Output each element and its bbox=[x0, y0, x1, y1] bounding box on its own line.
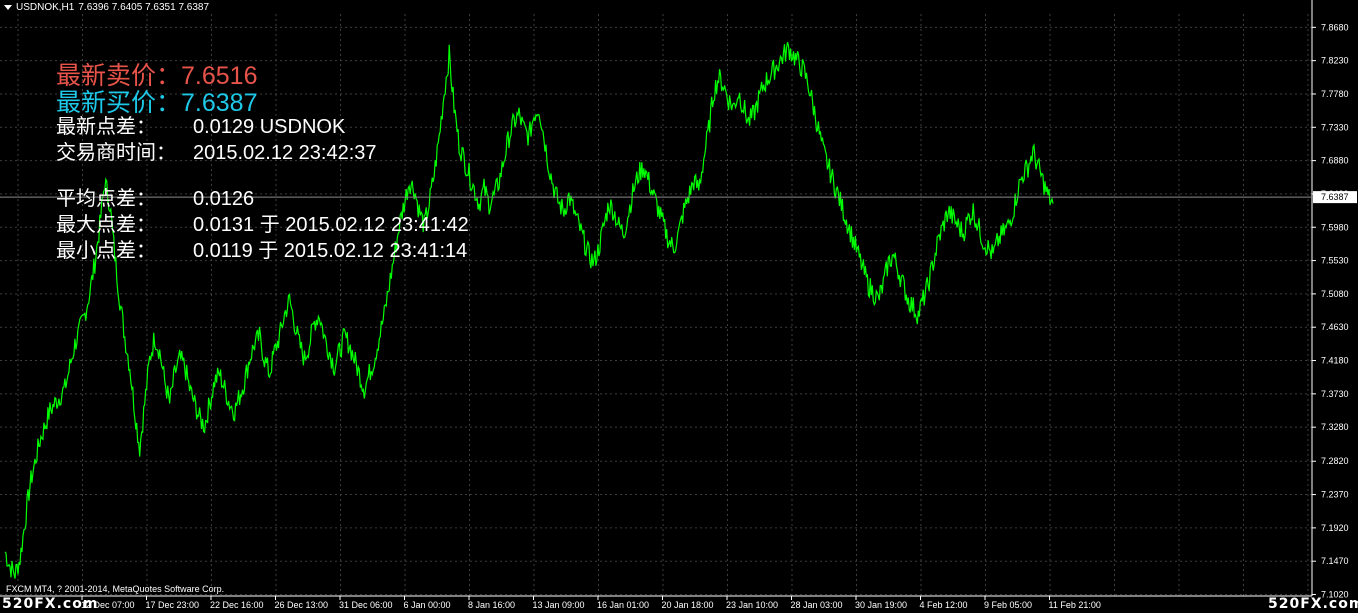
x-axis-ticks: 12 Dec 07:00 17 Dec 23:00 22 Dec 16:00 26 D… bbox=[81, 596, 1101, 610]
y-tick-label: 7.8230 bbox=[1321, 56, 1349, 66]
min-spread-value: 0.0119 于 2015.02.12 23:41:14 bbox=[193, 240, 468, 262]
y-tick-label: 7.2820 bbox=[1321, 456, 1349, 466]
x-tick-label: 30 Jan 19:00 bbox=[855, 600, 907, 610]
copyright-text: FXCM MT4, ? 2001-2014, MetaQuotes Softwa… bbox=[6, 584, 225, 594]
y-tick-label: 7.4180 bbox=[1321, 356, 1349, 366]
y-tick-label: 7.5980 bbox=[1321, 222, 1349, 232]
watermark-right: 520FX.com bbox=[1268, 596, 1358, 612]
broker-time-row: 交易商时间： 2015.02.12 23:42:37 bbox=[56, 136, 377, 165]
x-tick-label: 28 Jan 03:00 bbox=[791, 600, 843, 610]
x-tick-label: 13 Jan 09:00 bbox=[533, 600, 585, 610]
x-tick-label: 16 Jan 01:00 bbox=[597, 600, 649, 610]
chart-header: USDNOK,H1 7.6396 7.6405 7.6351 7.6387 bbox=[4, 2, 209, 13]
y-tick-label: 7.5530 bbox=[1321, 256, 1349, 266]
ohlc-label: 7.6396 7.6405 7.6351 7.6387 bbox=[78, 2, 210, 13]
x-tick-label: 11 Feb 21:00 bbox=[1049, 600, 1101, 610]
y-tick-label: 7.6880 bbox=[1321, 156, 1349, 166]
y-tick-label: 7.3730 bbox=[1321, 389, 1349, 399]
x-tick-label: 9 Feb 05:00 bbox=[984, 600, 1032, 610]
y-tick-label: 7.5080 bbox=[1321, 289, 1349, 299]
current-price-tag-label: 7.6387 bbox=[1321, 192, 1349, 202]
x-tick-label: 26 Dec 13:00 bbox=[275, 600, 329, 610]
mt4-chart-window[interactable]: 7.86807.82307.77807.73307.68807.64307.59… bbox=[0, 0, 1358, 613]
x-tick-label: 22 Dec 16:00 bbox=[210, 600, 264, 610]
symbol-label: USDNOK,H1 bbox=[16, 2, 75, 13]
max-spread-label: 最大点差： bbox=[56, 214, 156, 236]
current-price-tag: 7.6387 bbox=[1313, 191, 1357, 204]
x-tick-label: 4 Feb 12:00 bbox=[920, 600, 968, 610]
y-axis-ticks: 7.86807.82307.77807.73307.68807.64307.59… bbox=[1312, 22, 1349, 600]
avg-spread-row: 平均点差： 0.0126 bbox=[56, 182, 254, 211]
y-tick-label: 7.7780 bbox=[1321, 89, 1349, 99]
watermark-left: 520FX.com bbox=[2, 596, 99, 612]
x-tick-label: 17 Dec 23:00 bbox=[146, 600, 200, 610]
max-spread-row: 最大点差： 0.0131 于 2015.02.12 23:41:42 bbox=[56, 208, 469, 237]
spread-row: 最新点差： 0.0129 USDNOK bbox=[56, 110, 345, 139]
y-tick-label: 7.4630 bbox=[1321, 322, 1349, 332]
y-tick-label: 7.7330 bbox=[1321, 122, 1349, 132]
max-spread-value: 0.0131 于 2015.02.12 23:41:42 bbox=[193, 214, 469, 236]
x-tick-label: 23 Jan 10:00 bbox=[726, 600, 778, 610]
min-spread-label: 最小点差： bbox=[56, 240, 156, 262]
x-tick-label: 20 Jan 18:00 bbox=[662, 600, 714, 610]
y-tick-label: 7.1470 bbox=[1321, 556, 1349, 566]
x-tick-label: 8 Jan 16:00 bbox=[468, 600, 515, 610]
dropdown-triangle-icon[interactable] bbox=[4, 5, 12, 10]
broker-time-value: 2015.02.12 23:42:37 bbox=[193, 142, 377, 164]
broker-time-label: 交易商时间： bbox=[56, 142, 176, 164]
spread-label: 最新点差： bbox=[56, 116, 156, 138]
y-tick-label: 7.2370 bbox=[1321, 490, 1349, 500]
x-tick-label: 6 Jan 00:00 bbox=[404, 600, 451, 610]
avg-spread-label: 平均点差： bbox=[56, 188, 156, 210]
y-tick-label: 7.1920 bbox=[1321, 523, 1349, 533]
x-tick-label: 31 Dec 06:00 bbox=[339, 600, 393, 610]
min-spread-row: 最小点差： 0.0119 于 2015.02.12 23:41:14 bbox=[56, 234, 467, 263]
y-tick-label: 7.3280 bbox=[1321, 422, 1349, 432]
y-tick-label: 7.8680 bbox=[1321, 22, 1349, 32]
